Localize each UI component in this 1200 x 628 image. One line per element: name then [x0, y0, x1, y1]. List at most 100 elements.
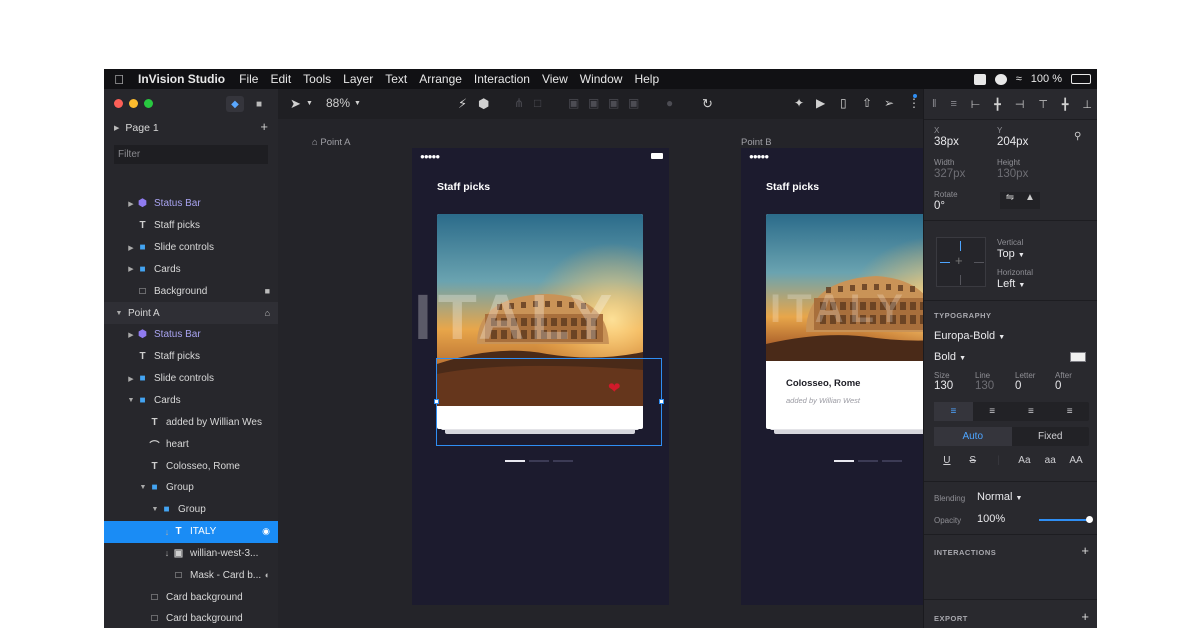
slide-indicator-active[interactable]: [505, 460, 525, 462]
layer-filter-input[interactable]: [114, 145, 268, 164]
layer-row[interactable]: T Staff picks: [104, 215, 278, 237]
resize-handle-left[interactable]: [434, 399, 439, 404]
boolean-intersect-icon[interactable]: ▣: [608, 96, 619, 110]
caret-right-icon[interactable]: ▶: [126, 244, 136, 252]
caret-right-icon[interactable]: ▶: [126, 375, 136, 383]
boolean-union-icon[interactable]: ▣: [568, 96, 579, 110]
constraint-right[interactable]: [974, 262, 984, 263]
layer-row[interactable]: ▶ ■ Cards: [104, 259, 278, 281]
align-left-icon[interactable]: ⊢: [971, 98, 981, 111]
font-family-select[interactable]: Europa-Bold ▼: [934, 330, 1005, 342]
menu-tools[interactable]: Tools: [297, 72, 337, 86]
record-icon[interactable]: [994, 73, 1007, 85]
distribute-horizontal-icon[interactable]: ‖: [932, 98, 937, 111]
app-menu[interactable]: InVision Studio: [134, 72, 233, 86]
x-input[interactable]: 38px: [934, 136, 959, 148]
caret-down-icon[interactable]: ▼: [138, 484, 148, 491]
resize-handle-right[interactable]: [659, 399, 664, 404]
boolean-subtract-icon[interactable]: ▣: [588, 96, 599, 110]
text-color-swatch[interactable]: [1070, 352, 1086, 362]
add-interaction-icon[interactable]: +: [1081, 543, 1089, 558]
flip-vertical-icon[interactable]: ▲: [1020, 192, 1040, 209]
slide-indicator[interactable]: [553, 460, 573, 462]
auto-width-button[interactable]: Auto: [934, 427, 1012, 446]
zoom-window-icon[interactable]: [144, 99, 153, 108]
layers-tab-icon[interactable]: ◆: [226, 96, 244, 112]
staff-picks-heading[interactable]: Staff picks: [766, 181, 819, 193]
menu-arrange[interactable]: Arrange: [413, 72, 468, 86]
slide-indicator[interactable]: [529, 460, 549, 462]
link-icon[interactable]: ⋔: [514, 96, 524, 110]
layer-row[interactable]: ▶ ⬢ Status Bar: [104, 193, 278, 215]
artboard-a-label[interactable]: ⌂ Point A: [312, 137, 351, 148]
text-align-right-icon[interactable]: ≡: [1012, 402, 1051, 421]
align-center-icon[interactable]: ╋: [994, 98, 1001, 111]
after-input[interactable]: 0: [1055, 380, 1061, 392]
hotspot-icon[interactable]: ✦: [794, 96, 804, 110]
slide-controls[interactable]: [834, 460, 902, 462]
colosseum-card-b[interactable]: ITALY Colosseo, Rome added by Willian We…: [766, 214, 923, 429]
artboard-point-b[interactable]: ●●●●● Staff picks ITALY Colosseo, Rome a…: [741, 148, 923, 605]
layer-row[interactable]: ▼ ■ Group: [104, 477, 278, 499]
staff-picks-heading[interactable]: Staff picks: [437, 181, 490, 193]
italy-text-layer[interactable]: ITALY: [414, 280, 618, 354]
layer-row[interactable]: ▼ Point A ⌂: [104, 302, 278, 325]
selection-bounding-box[interactable]: [434, 358, 664, 446]
design-canvas[interactable]: ⌂ Point A Point B ●●●●● Staff picks ❤ IT…: [278, 119, 923, 628]
lock-icon[interactable]: ■: [265, 286, 270, 296]
component-tool-icon[interactable]: ⬢: [478, 96, 489, 112]
strikethrough-icon[interactable]: S: [960, 451, 986, 470]
add-page-icon[interactable]: +: [260, 119, 268, 134]
layer-row[interactable]: ↓ T ITALY ◉: [104, 520, 278, 543]
opacity-input[interactable]: 100%: [977, 513, 1005, 525]
layer-row[interactable]: □ Card background: [104, 586, 278, 608]
close-window-icon[interactable]: [114, 99, 123, 108]
publish-rocket-icon[interactable]: ➢: [884, 96, 894, 110]
mask-icon[interactable]: ◐: [265, 570, 270, 580]
vertical-select[interactable]: Top ▼: [997, 248, 1025, 260]
layer-row[interactable]: ▶ ■ Slide controls: [104, 368, 278, 390]
more-options-icon[interactable]: ⋮: [908, 96, 920, 110]
minimize-window-icon[interactable]: [129, 99, 138, 108]
letter-input[interactable]: 0: [1015, 380, 1021, 392]
card-title[interactable]: Colosseo, Rome: [786, 378, 860, 389]
menu-file[interactable]: File: [233, 72, 264, 86]
layer-row[interactable]: □ Background ■: [104, 280, 278, 302]
layer-row[interactable]: Tadded by Willian Wes: [104, 411, 278, 433]
flip-horizontal-icon[interactable]: ⇋: [1000, 192, 1020, 209]
zoom-level[interactable]: 88%: [326, 96, 350, 110]
case-upper-button[interactable]: AA: [1063, 451, 1089, 470]
page-selector[interactable]: ▶ Page 1 +: [104, 119, 278, 137]
caret-down-icon[interactable]: ▼: [114, 310, 124, 317]
case-title-button[interactable]: Aa: [1011, 451, 1037, 470]
menu-layer[interactable]: Layer: [337, 72, 379, 86]
messages-icon[interactable]: [973, 73, 986, 85]
layer-row[interactable]: ⌒ heart: [104, 433, 278, 455]
documents-tab-icon[interactable]: ■: [250, 96, 268, 112]
artboard-b-label[interactable]: Point B: [741, 137, 772, 148]
y-input[interactable]: 204px: [997, 136, 1028, 148]
align-middle-icon[interactable]: ╋: [1062, 98, 1069, 111]
fixed-width-button[interactable]: Fixed: [1012, 427, 1090, 446]
layer-row[interactable]: T Colosseo, Rome: [104, 455, 278, 477]
zoom-chevron-icon[interactable]: ▼: [354, 100, 361, 107]
menu-view[interactable]: View: [536, 72, 574, 86]
mask-tool-icon[interactable]: ●: [666, 96, 673, 110]
eye-icon[interactable]: ◉: [262, 526, 270, 537]
constraint-left[interactable]: [940, 262, 950, 263]
layer-row[interactable]: □ Mask - Card b... ◐: [104, 564, 278, 586]
apple-icon[interactable]: : [104, 72, 134, 87]
refresh-icon[interactable]: ↻: [702, 96, 713, 112]
menu-text[interactable]: Text: [379, 72, 413, 86]
share-icon[interactable]: ⇧: [862, 96, 872, 110]
line-input[interactable]: 130: [975, 380, 994, 392]
menu-edit[interactable]: Edit: [264, 72, 297, 86]
select-tool-icon[interactable]: ➤: [290, 96, 301, 112]
caret-down-icon[interactable]: ▼: [126, 397, 136, 404]
wifi-icon[interactable]: ≈: [1016, 73, 1022, 85]
caret-down-icon[interactable]: ▼: [150, 506, 160, 513]
colosseum-image[interactable]: ITALY: [766, 214, 923, 361]
distribute-vertical-icon[interactable]: ≡: [950, 98, 956, 111]
font-weight-select[interactable]: Bold ▼: [934, 351, 966, 363]
layer-row[interactable]: ▼ ■ Group: [104, 499, 278, 521]
